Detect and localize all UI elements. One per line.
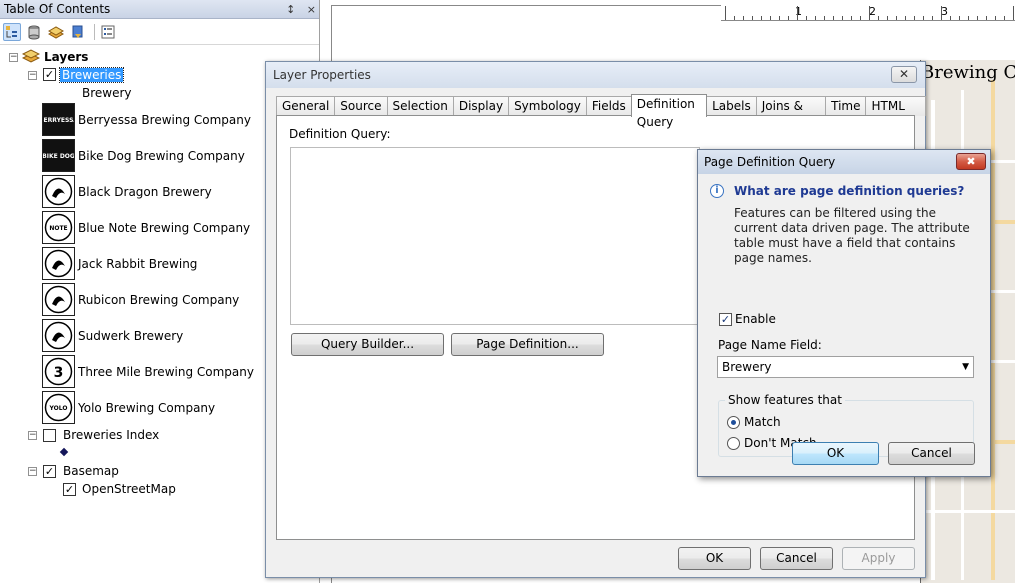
page-definition-query-dialog: Page Definition Query ✖ i What are page … [697, 149, 991, 477]
map-title: Brewing Co [921, 62, 1015, 83]
pin-icon[interactable]: ↕ [286, 3, 295, 16]
match-radio[interactable] [727, 416, 740, 429]
dont-match-radio[interactable] [727, 437, 740, 450]
page-name-field-value: Brewery [722, 360, 772, 374]
breweries-index-expander[interactable]: − [28, 431, 37, 440]
info-icon: i [710, 184, 724, 198]
layer-properties-titlebar: Layer Properties ✕ [266, 62, 925, 88]
match-label[interactable]: Match [744, 415, 781, 429]
brewery-label[interactable]: Three Mile Brewing Company [78, 363, 254, 381]
chevron-down-icon[interactable]: ▼ [962, 357, 969, 377]
layer-properties-title: Layer Properties [273, 68, 371, 82]
list-by-source-icon[interactable] [25, 23, 43, 41]
brewery-logo-icon[interactable]: NOTE [42, 211, 75, 244]
tab-html-popup[interactable]: HTML Popup [865, 96, 926, 131]
enable-label[interactable]: Enable [735, 312, 776, 326]
basemap-label[interactable]: Basemap [63, 462, 119, 480]
enable-checkbox[interactable]: ✓ [719, 313, 732, 326]
svg-text:3: 3 [54, 365, 64, 381]
brewery-logo-icon[interactable]: BIKE DOG [42, 139, 75, 172]
ruler-number: 2 [869, 5, 876, 18]
ok-button[interactable]: OK [792, 442, 879, 465]
toc-title-bar: Table Of Contents ↕ × [0, 0, 319, 19]
page-name-field-label: Page Name Field: [718, 338, 822, 352]
brewery-logo-icon[interactable] [42, 247, 75, 280]
brewery-logo-icon[interactable] [42, 175, 75, 208]
ruler: 1 2 3 [721, 5, 1015, 21]
page-definition-titlebar: Page Definition Query ✖ [698, 150, 990, 174]
list-by-visibility-icon[interactable] [47, 23, 65, 41]
brewery-label[interactable]: Blue Note Brewing Company [78, 219, 250, 237]
toc-title: Table Of Contents [4, 2, 111, 16]
close-icon[interactable]: ✖ [956, 153, 986, 170]
tab-selection[interactable]: Selection [386, 96, 454, 116]
breweries-layer-label[interactable]: Breweries [58, 66, 125, 84]
breweries-expander[interactable]: − [28, 71, 37, 80]
brewery-logo-icon[interactable] [42, 283, 75, 316]
openstreetmap-label[interactable]: OpenStreetMap [82, 480, 176, 498]
page-definition-heading: What are page definition queries? [734, 184, 965, 198]
brewery-label[interactable]: Bike Dog Brewing Company [78, 147, 245, 165]
page-name-field-select[interactable]: Brewery ▼ [717, 356, 974, 378]
list-by-drawing-order-icon[interactable] [3, 23, 21, 41]
layers-root-label[interactable]: Layers [44, 48, 88, 66]
tab-definition-query[interactable]: Definition Query [630, 94, 708, 129]
ruler-number: 3 [941, 5, 948, 18]
close-icon[interactable]: ✕ [891, 66, 917, 83]
brewery-logo-icon[interactable]: 3 [42, 355, 75, 388]
layer-properties-tabs: General Source Selection Display Symbology Fi… [276, 94, 926, 131]
breweries-index-label[interactable]: Breweries Index [63, 426, 159, 444]
tab-symbology[interactable]: Symbology [508, 96, 587, 116]
breweries-layer-name: Breweries [58, 67, 125, 83]
layers-expander[interactable]: − [9, 53, 18, 62]
brewery-label[interactable]: Black Dragon Brewery [78, 183, 212, 201]
brewery-logo-icon[interactable] [42, 319, 75, 352]
breweries-field-label: Brewery [82, 86, 132, 100]
svg-text:BIKE DOG: BIKE DOG [43, 153, 74, 160]
definition-query-label: Definition Query: [289, 127, 391, 141]
page-definition-description: Features can be filtered using the curre… [734, 206, 970, 265]
openstreetmap-checkbox[interactable]: ✓ [63, 483, 76, 496]
list-by-selection-icon[interactable] [69, 23, 87, 41]
basemap-checkbox[interactable]: ✓ [43, 465, 56, 478]
tab-general[interactable]: General [276, 96, 336, 116]
breweries-visibility-checkbox[interactable]: ✓ [43, 68, 56, 81]
apply-button[interactable]: Apply [842, 547, 915, 570]
cancel-button[interactable]: Cancel [888, 442, 975, 465]
brewery-label[interactable]: Berryessa Brewing Company [78, 111, 251, 129]
tab-time[interactable]: Time [825, 96, 867, 116]
close-icon[interactable]: × [307, 3, 316, 16]
brewery-label[interactable]: Yolo Brewing Company [78, 399, 215, 417]
svg-text:BERRYESSA: BERRYESSA [43, 117, 74, 124]
show-features-label: Show features that [725, 393, 845, 407]
page-definition-title: Page Definition Query [704, 155, 836, 169]
tab-display[interactable]: Display [452, 96, 510, 116]
layers-icon [21, 48, 42, 66]
brewery-label[interactable]: Rubicon Brewing Company [78, 291, 239, 309]
tab-labels[interactable]: Labels [706, 96, 757, 116]
svg-text:YOLO: YOLO [49, 405, 68, 412]
query-builder-button[interactable]: Query Builder... [291, 333, 444, 356]
definition-query-textbox[interactable] [290, 147, 700, 325]
brewery-logo-icon[interactable]: BERRYESSA [42, 103, 75, 136]
breweries-index-checkbox[interactable] [43, 429, 56, 442]
tab-fields[interactable]: Fields [585, 96, 632, 116]
index-symbol-icon [59, 447, 69, 457]
page-definition-button[interactable]: Page Definition... [451, 333, 604, 356]
brewery-label[interactable]: Sudwerk Brewery [78, 327, 183, 345]
cancel-button[interactable]: Cancel [760, 547, 833, 570]
brewery-label[interactable]: Jack Rabbit Brewing [78, 255, 197, 273]
brewery-logo-icon[interactable]: YOLO [42, 391, 75, 424]
basemap-expander[interactable]: − [28, 467, 37, 476]
options-icon[interactable] [99, 23, 117, 41]
toc-toolbar [0, 19, 319, 45]
svg-text:NOTE: NOTE [49, 225, 67, 232]
tab-joins-relates[interactable]: Joins & Relates [755, 96, 827, 131]
ok-button[interactable]: OK [678, 547, 751, 570]
tab-source[interactable]: Source [334, 96, 388, 116]
